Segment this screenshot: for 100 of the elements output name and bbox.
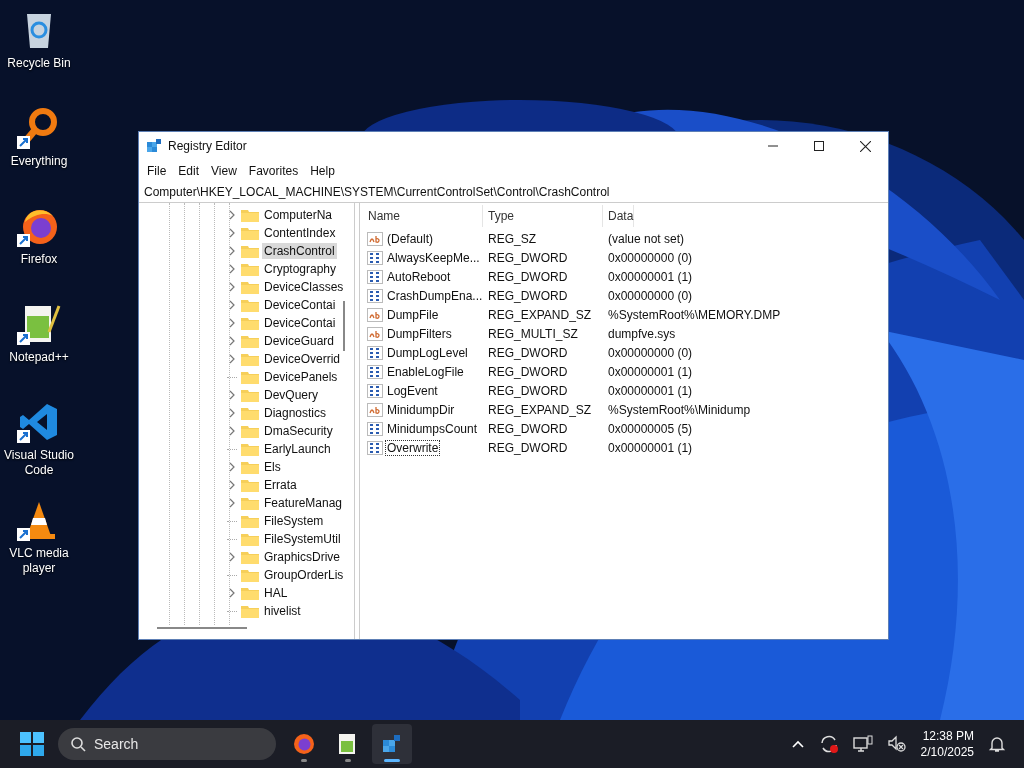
- value-name[interactable]: DumpFilters: [385, 325, 454, 342]
- tree-item[interactable]: FileSystemUtil: [262, 531, 343, 547]
- chevron-icon[interactable]: [228, 588, 236, 598]
- value-name[interactable]: MinidumpDir: [385, 401, 457, 418]
- menu-item[interactable]: Favorites: [242, 162, 305, 180]
- table-cell-text: 0x00000001 (1): [607, 269, 693, 284]
- folder-icon: [241, 298, 259, 312]
- table-cell-text: REG_DWORD: [487, 269, 569, 284]
- tree-item[interactable]: GroupOrderLis: [262, 567, 346, 583]
- maximize-icon[interactable]: [814, 141, 824, 151]
- chevron-icon[interactable]: [228, 282, 236, 292]
- column-header[interactable]: Data: [603, 205, 635, 227]
- folder-icon: [241, 478, 259, 492]
- tree-item[interactable]: FileSystem: [262, 513, 326, 529]
- chevron-icon[interactable]: [228, 480, 236, 490]
- sync-icon[interactable]: [818, 734, 839, 754]
- chevron-up-icon[interactable]: [790, 739, 805, 749]
- chevron-icon[interactable]: [228, 498, 236, 508]
- value-name[interactable]: DumpFile: [385, 306, 441, 323]
- tree-item[interactable]: CrashControl: [262, 243, 337, 259]
- chevron-icon[interactable]: [228, 408, 236, 418]
- menu-item[interactable]: Help: [304, 162, 341, 180]
- chevron-icon[interactable]: [228, 246, 236, 256]
- chevron-icon[interactable]: [228, 300, 236, 310]
- string-value-icon: [367, 231, 383, 246]
- windows-logo-icon[interactable]: [20, 732, 44, 756]
- column-header[interactable]: Name: [363, 205, 483, 227]
- column-header[interactable]: Type: [483, 205, 603, 227]
- tree-item[interactable]: DeviceGuard: [262, 333, 337, 349]
- search-icon: [70, 736, 86, 752]
- registry-cubes-icon[interactable]: [372, 724, 412, 764]
- folder-icon: [241, 568, 259, 582]
- tree-item[interactable]: DeviceContai: [262, 315, 338, 331]
- folder-icon: [241, 388, 259, 402]
- tree-item[interactable]: DmaSecurity: [262, 423, 335, 439]
- table-cell-text: REG_DWORD: [487, 288, 569, 303]
- chevron-icon[interactable]: [228, 210, 236, 220]
- folder-icon: [241, 550, 259, 564]
- chevron-icon[interactable]: [228, 390, 236, 400]
- speaker-muted-icon[interactable]: [886, 734, 907, 754]
- chevron-icon[interactable]: [228, 264, 236, 274]
- folder-icon: [241, 226, 259, 240]
- folder-icon: [241, 460, 259, 474]
- icon-label: Everything: [9, 154, 69, 169]
- chevron-icon[interactable]: [228, 354, 236, 364]
- scrollbar-thumb[interactable]: [343, 301, 345, 351]
- tree-item[interactable]: ComputerNa: [262, 207, 335, 223]
- value-name[interactable]: LogEvent: [385, 382, 440, 399]
- value-name[interactable]: AlwaysKeepMe...: [385, 249, 482, 266]
- search-field[interactable]: Search: [58, 728, 276, 760]
- chevron-icon[interactable]: [228, 552, 236, 562]
- tree-item[interactable]: GraphicsDrive: [262, 549, 343, 565]
- folder-icon: [241, 406, 259, 420]
- menu-item[interactable]: View: [205, 162, 243, 180]
- tree-item[interactable]: DevQuery: [262, 387, 321, 403]
- value-name[interactable]: Overwrite: [385, 439, 441, 456]
- table-cell-text: REG_EXPAND_SZ: [487, 402, 593, 417]
- value-name[interactable]: CrashDumpEna...: [385, 287, 485, 304]
- folder-icon: [241, 262, 259, 276]
- chevron-icon[interactable]: [228, 462, 236, 472]
- clock-date[interactable]: 2/10/2025: [920, 744, 974, 760]
- chevron-icon[interactable]: [228, 318, 236, 328]
- tree-item[interactable]: DeviceContai: [262, 297, 338, 313]
- tree-item[interactable]: DeviceOverrid: [262, 351, 343, 367]
- tree-item[interactable]: hivelist: [262, 603, 303, 619]
- chevron-icon[interactable]: [228, 426, 236, 436]
- folder-icon: [241, 424, 259, 438]
- value-name[interactable]: MinidumpsCount: [385, 420, 480, 437]
- tree-item[interactable]: DevicePanels: [262, 369, 340, 385]
- chevron-icon[interactable]: [228, 336, 236, 346]
- table-cell-text: REG_MULTI_SZ: [487, 326, 579, 341]
- menu-item[interactable]: File: [141, 162, 173, 180]
- tree-item[interactable]: DeviceClasses: [262, 279, 346, 295]
- close-icon[interactable]: [859, 140, 871, 152]
- binary-value-icon: [367, 421, 383, 436]
- folder-icon: [241, 316, 259, 330]
- folder-icon: [241, 370, 259, 384]
- tree-item[interactable]: FeatureManag: [262, 495, 345, 511]
- bell-icon[interactable]: [988, 735, 1006, 753]
- network-icon[interactable]: [852, 734, 873, 754]
- chevron-icon[interactable]: [228, 228, 236, 238]
- tree-item[interactable]: Cryptography: [262, 261, 339, 277]
- tree-item[interactable]: ContentIndex: [262, 225, 338, 241]
- tree-item[interactable]: HAL: [262, 585, 290, 601]
- value-name[interactable]: (Default): [385, 230, 435, 247]
- table-cell-text: REG_DWORD: [487, 250, 569, 265]
- tree-item[interactable]: EarlyLaunch: [262, 441, 333, 457]
- table-cell-text: 0x00000005 (5): [607, 421, 693, 436]
- icon-label: Notepad++: [8, 350, 70, 365]
- value-name[interactable]: AutoReboot: [385, 268, 453, 285]
- menu-item[interactable]: Edit: [172, 162, 206, 180]
- value-name[interactable]: DumpLogLevel: [385, 344, 470, 361]
- tree-item[interactable]: Diagnostics: [262, 405, 329, 421]
- value-name[interactable]: EnableLogFile: [385, 363, 466, 380]
- tree-item[interactable]: Errata: [262, 477, 299, 493]
- table-cell-text: 0x00000001 (1): [607, 364, 693, 379]
- tree-item[interactable]: Els: [262, 459, 283, 475]
- scrollbar-thumb[interactable]: [157, 627, 247, 629]
- clock-time[interactable]: 12:38 PM: [922, 728, 974, 744]
- table-cell-text: 0x00000001 (1): [607, 440, 693, 455]
